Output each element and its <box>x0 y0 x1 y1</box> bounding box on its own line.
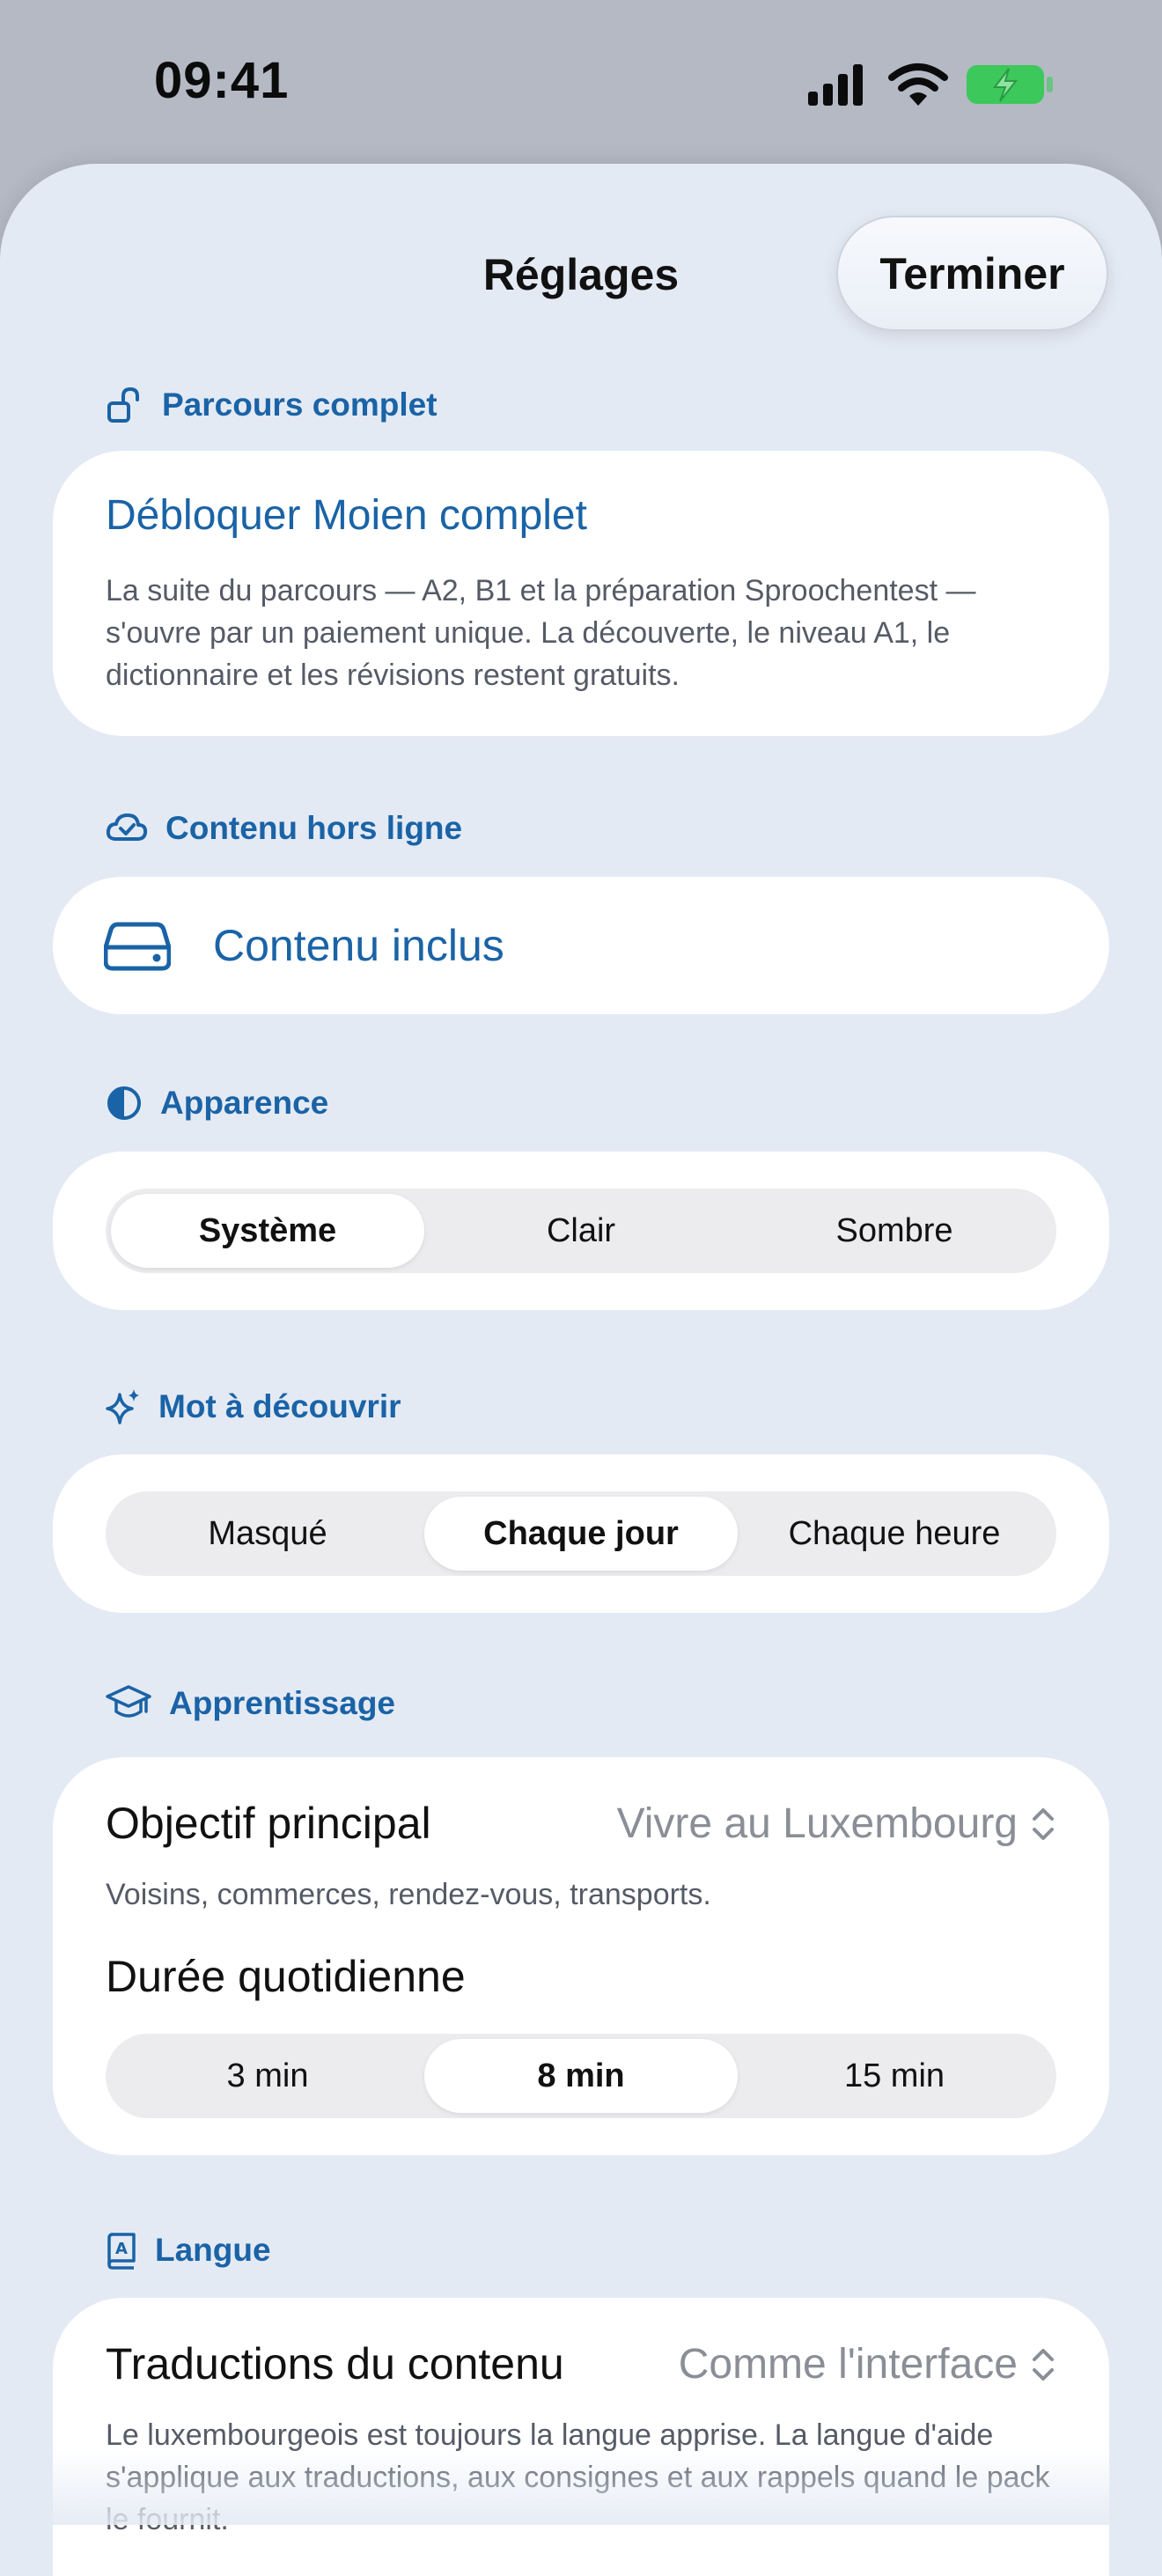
svg-text:A: A <box>115 2240 128 2258</box>
unlock-card[interactable]: Débloquer Moien complet La suite du parc… <box>53 451 1109 736</box>
section-header-label: Apprentissage <box>169 1685 396 1721</box>
word-of-day-card: Masqué Chaque jour Chaque heure <box>53 1454 1109 1613</box>
settings-sheet: Réglages Terminer Parcours complet Déblo… <box>0 164 1162 2576</box>
offline-content-label: Contenu inclus <box>213 921 504 970</box>
bottom-fade <box>0 2447 1162 2525</box>
section-header-label: Contenu hors ligne <box>165 810 463 846</box>
section-header-label: Mot à découvrir <box>158 1388 401 1424</box>
section-header-word-of-day: Mot à découvrir <box>106 1387 401 1426</box>
appearance-card: Système Clair Sombre <box>53 1152 1109 1310</box>
section-header-offline: Contenu hors ligne <box>106 810 462 847</box>
translation-picker[interactable]: Comme l'interface <box>679 2340 1056 2388</box>
cellular-signal-icon <box>808 64 863 106</box>
battery-charging-icon <box>967 65 1053 104</box>
appearance-option-light[interactable]: Clair <box>424 1194 738 1268</box>
cloud-check-icon <box>106 813 148 841</box>
word-of-day-segmented-control: Masqué Chaque jour Chaque heure <box>106 1491 1056 1576</box>
goal-picker[interactable]: Vivre au Luxembourg <box>617 1800 1056 1848</box>
duration-option-8[interactable]: 8 min <box>424 2039 738 2113</box>
word-option-hourly[interactable]: Chaque heure <box>738 1497 1051 1571</box>
unlock-description: La suite du parcours — A2, B1 et la prép… <box>106 574 976 692</box>
offline-card: Contenu inclus <box>53 877 1109 1014</box>
chevron-up-down-icon <box>1033 2348 1054 2381</box>
translation-label: Traductions du contenu <box>106 2339 564 2388</box>
goal-value: Vivre au Luxembourg <box>616 1800 1018 1847</box>
word-option-daily[interactable]: Chaque jour <box>424 1497 738 1571</box>
duration-option-3[interactable]: 3 min <box>111 2039 424 2113</box>
section-header-appearance: Apparence <box>106 1085 328 1122</box>
goal-description: Voisins, commerces, rendez-vous, transpo… <box>106 1878 711 1911</box>
book-icon: A <box>107 2233 136 2270</box>
chevron-up-down-icon <box>1033 1807 1054 1840</box>
done-button[interactable]: Terminer <box>836 216 1108 331</box>
status-icons <box>806 62 1062 107</box>
section-header-label: Apparence <box>160 1085 329 1121</box>
appearance-segmented-control: Système Clair Sombre <box>106 1189 1056 1273</box>
translation-value: Comme l'interface <box>678 2341 1018 2388</box>
language-card: Traductions du contenu Comme l'interface… <box>53 2298 1109 2576</box>
unlock-title[interactable]: Débloquer Moien complet <box>106 491 587 540</box>
graduation-cap-icon <box>106 1685 151 1718</box>
learning-card: Objectif principal Vivre au Luxembourg V… <box>53 1757 1109 2155</box>
appearance-option-system[interactable]: Système <box>111 1194 424 1268</box>
status-bar: 09:41 <box>0 0 1162 167</box>
section-header-label: Langue <box>155 2232 271 2268</box>
section-header-language: A Langue <box>106 2231 271 2270</box>
section-header-full-course: Parcours complet <box>106 386 438 424</box>
drive-icon <box>104 922 171 971</box>
goal-label: Objectif principal <box>106 1799 431 1848</box>
offline-content-row[interactable]: Contenu inclus <box>53 877 1109 1014</box>
wifi-icon <box>888 63 948 106</box>
section-header-label: Parcours complet <box>162 386 438 423</box>
section-header-learning: Apprentissage <box>106 1683 395 1724</box>
lock-open-icon <box>107 386 139 423</box>
half-circle-icon <box>107 1086 141 1120</box>
sparkles-icon <box>106 1389 139 1424</box>
status-time: 09:41 <box>154 52 290 109</box>
appearance-option-dark[interactable]: Sombre <box>738 1194 1051 1268</box>
word-option-hidden[interactable]: Masqué <box>111 1497 424 1571</box>
duration-option-15[interactable]: 15 min <box>738 2039 1051 2113</box>
duration-label: Durée quotidienne <box>106 1952 466 2001</box>
duration-segmented-control: 3 min 8 min 15 min <box>106 2034 1056 2118</box>
